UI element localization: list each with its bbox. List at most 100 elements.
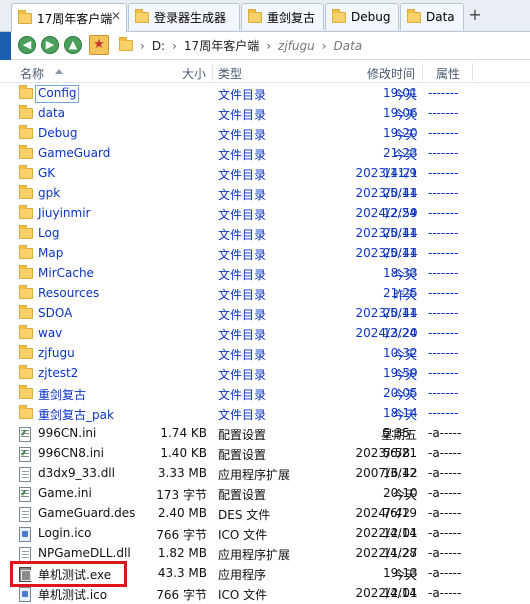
favorites-button[interactable]: ★ xyxy=(89,35,109,55)
item-attr: ------- xyxy=(428,306,459,320)
column-modified[interactable]: 修改时间 xyxy=(367,65,415,82)
tab-debug[interactable]: Debug xyxy=(325,3,399,30)
list-item[interactable]: GameGuard 文件目录 今天 21:23 ------- xyxy=(0,144,530,164)
list-item[interactable]: 996CN8.ini 1.40 KB 配置设置 2023/6/21 5:58 -… xyxy=(0,444,530,464)
address-bar[interactable]: › D: › 17周年客户端 › zjfugu › Data xyxy=(113,35,523,56)
item-time: 20:10 xyxy=(383,486,418,500)
add-tab-button[interactable]: + xyxy=(464,6,486,26)
item-time: 20:44 xyxy=(383,246,418,260)
breadcrumb-client[interactable]: 17周年客户端 xyxy=(184,37,259,54)
item-time: 18:14 xyxy=(383,406,418,420)
ini-file-icon xyxy=(19,427,31,442)
close-icon[interactable]: ✕ xyxy=(111,9,121,23)
item-name: 单机测试.ico xyxy=(38,588,108,602)
list-item[interactable]: 重剑复古 文件目录 今天 20:05 ------- xyxy=(0,384,530,404)
column-header: 名称 大小 类型 修改时间 属性 xyxy=(0,61,530,83)
item-type: 文件目录 xyxy=(218,188,267,202)
item-size: 3.33 MB xyxy=(157,466,207,480)
tab-label: Debug xyxy=(351,10,391,24)
item-attr: ------- xyxy=(428,146,459,160)
item-time: 12:01 xyxy=(383,526,418,540)
ini-file-icon xyxy=(19,447,31,462)
tab-label: 登录器生成器 xyxy=(154,10,227,25)
item-size: 766 字节 xyxy=(156,588,207,602)
tab-17-anniversary-client[interactable]: 17周年客户端 ✕ xyxy=(11,3,127,32)
exe-file-icon xyxy=(19,567,31,582)
column-divider[interactable] xyxy=(472,63,473,81)
column-attributes[interactable]: 属性 xyxy=(436,65,460,82)
item-size: 1.40 KB xyxy=(160,446,207,460)
list-item[interactable]: Login.ico 766 字节 ICO 文件 2022/4/14 12:01 … xyxy=(0,524,530,544)
list-item[interactable]: MirCache 文件目录 今天 18:33 ------- xyxy=(0,264,530,284)
item-time: 21:23 xyxy=(383,146,418,160)
tab-label: 重剑复古 xyxy=(267,10,316,25)
list-item[interactable]: GK 文件目录 2023/11/9 14:21 ------- xyxy=(0,164,530,184)
forward-button[interactable]: ▶ xyxy=(41,36,59,54)
breadcrumb-drive[interactable]: D: xyxy=(152,39,165,53)
list-item[interactable]: SDOA 文件目录 2023/5/11 20:44 ------- xyxy=(0,304,530,324)
item-time: 12:59 xyxy=(383,206,418,220)
column-size[interactable]: 大小 xyxy=(182,65,206,82)
list-item[interactable]: zjfugu 文件目录 今天 10:32 ------- xyxy=(0,344,530,364)
column-divider[interactable] xyxy=(212,63,213,81)
list-item[interactable]: data 文件目录 今天 19:06 ------- xyxy=(0,104,530,124)
item-time: 20:05 xyxy=(383,386,418,400)
list-item[interactable]: Game.ini 173 字节 配置设置 今天 20:10 -a----- xyxy=(0,484,530,504)
folder-icon xyxy=(19,405,33,419)
item-name: MirCache xyxy=(38,266,94,280)
folder-icon xyxy=(19,185,33,199)
item-time: 5:35 xyxy=(383,426,410,440)
item-time: 21:25 xyxy=(383,286,418,300)
list-item[interactable]: wav 文件目录 2024/2/24 13:20 ------- xyxy=(0,324,530,344)
item-type: 文件目录 xyxy=(218,148,267,162)
item-name: data xyxy=(38,106,66,120)
breadcrumb-data[interactable]: Data xyxy=(334,39,363,53)
item-attr: ------- xyxy=(428,266,459,280)
tab-zhongjian-fugu[interactable]: 重剑复古 xyxy=(241,3,324,30)
item-time: 19:01 xyxy=(383,86,418,100)
column-name[interactable]: 名称 xyxy=(20,65,44,82)
list-item[interactable]: Debug 文件目录 今天 19:20 ------- xyxy=(0,124,530,144)
tab-data[interactable]: Data xyxy=(400,3,464,30)
list-item[interactable]: zjtest2 文件目录 今天 19:59 ------- xyxy=(0,364,530,384)
folder-icon xyxy=(332,8,346,23)
list-item[interactable]: Jiuyinmir 文件目录 2024/2/24 12:59 ------- xyxy=(0,204,530,224)
item-attr: -a----- xyxy=(428,566,462,580)
item-attr: ------- xyxy=(428,226,459,240)
list-item[interactable]: 996CN.ini 1.74 KB 配置设置 星期五 5:35 -a----- xyxy=(0,424,530,444)
folder-icon xyxy=(119,37,133,51)
list-item[interactable]: Resources 文件目录 昨天 21:25 ------- xyxy=(0,284,530,304)
folder-icon xyxy=(248,8,262,23)
list-item[interactable]: gpk 文件目录 2023/5/11 20:44 ------- xyxy=(0,184,530,204)
tab-login-generator[interactable]: 登录器生成器 xyxy=(128,3,240,30)
breadcrumb-zjfugu[interactable]: zjfugu xyxy=(278,39,315,53)
item-name: 996CN8.ini xyxy=(38,446,104,460)
item-type: 配置设置 xyxy=(218,448,267,462)
column-type[interactable]: 类型 xyxy=(218,65,242,82)
list-item-config[interactable]: Config 文件目录 今天 19:01 ------- xyxy=(0,84,530,104)
column-divider[interactable] xyxy=(422,63,423,81)
item-name: SDOA xyxy=(38,306,73,320)
list-item[interactable]: 单机测试.ico 766 字节 ICO 文件 2022/4/14 12:01 -… xyxy=(0,584,530,604)
item-name: gpk xyxy=(38,186,61,200)
list-item[interactable]: GameGuard.des 2.40 MB DES 文件 2024/6/19 7… xyxy=(0,504,530,524)
item-time: 16:42 xyxy=(383,466,418,480)
item-attr: ------- xyxy=(428,346,459,360)
item-name: Jiuyinmir xyxy=(38,206,91,220)
item-attr: -a----- xyxy=(428,526,462,540)
item-time: 20:44 xyxy=(383,306,418,320)
back-button[interactable]: ◀ xyxy=(18,36,36,54)
list-item[interactable]: Log 文件目录 2023/5/11 20:44 ------- xyxy=(0,224,530,244)
item-name: Log xyxy=(38,226,60,240)
item-time: 19:06 xyxy=(383,106,418,120)
item-name: 单机测试.exe xyxy=(38,568,112,582)
list-item[interactable]: 重剑复古_pak 文件目录 今天 18:14 ------- xyxy=(0,404,530,424)
up-button[interactable]: ▲ xyxy=(64,36,82,54)
item-attr: -a----- xyxy=(428,586,462,600)
folder-icon xyxy=(19,265,33,279)
list-item[interactable]: Map 文件目录 2023/5/11 20:44 ------- xyxy=(0,244,530,264)
list-item[interactable]: d3dx9_33.dll 3.33 MB 应用程序扩展 2007/3/12 16… xyxy=(0,464,530,484)
folder-icon xyxy=(19,345,33,359)
item-time: 19:13 xyxy=(383,566,418,580)
item-name: Login.ico xyxy=(38,526,92,540)
